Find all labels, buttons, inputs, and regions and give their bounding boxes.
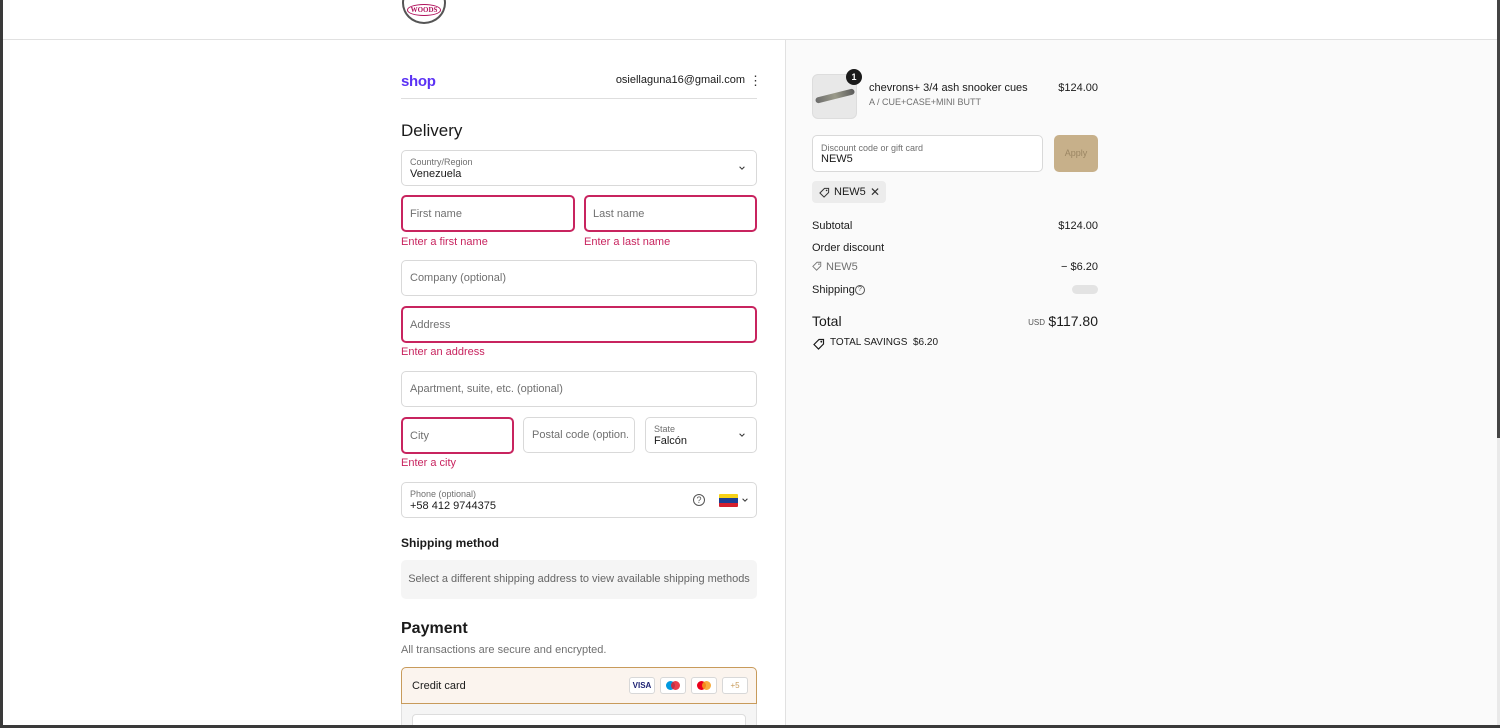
help-circle-icon[interactable]: ? bbox=[855, 285, 865, 295]
savings-tag-icon bbox=[813, 338, 825, 350]
country-label: Country/Region bbox=[410, 157, 473, 167]
phone-field[interactable]: Phone (optional) +58 412 9744375 ? bbox=[401, 482, 757, 518]
apartment-placeholder: Apartment, suite, etc. (optional) bbox=[410, 383, 563, 395]
country-select[interactable]: Country/Region Venezuela bbox=[401, 150, 757, 186]
tag-icon bbox=[812, 261, 822, 271]
help-circle-icon[interactable]: ? bbox=[693, 494, 705, 506]
applied-discount-code: NEW5 bbox=[834, 186, 866, 198]
chevron-down-icon bbox=[739, 433, 745, 437]
apartment-field[interactable]: Apartment, suite, etc. (optional) bbox=[401, 371, 757, 407]
last-name-field[interactable]: Last name bbox=[584, 195, 757, 232]
state-value: Falcón bbox=[654, 435, 688, 447]
store-logo-text: WOODS bbox=[406, 4, 442, 16]
total-savings-label: TOTAL SAVINGS bbox=[830, 337, 908, 348]
store-header: WOODS bbox=[3, 0, 1497, 40]
company-placeholder: Company (optional) bbox=[410, 272, 506, 284]
shipping-value-placeholder bbox=[1072, 285, 1098, 294]
discount-label: Discount code or gift card bbox=[821, 143, 924, 153]
mastercard-icon bbox=[691, 677, 717, 694]
shipping-method-message: Select a different shipping address to v… bbox=[401, 560, 757, 599]
product-variant: A / CUE+CASE+MINI BUTT bbox=[869, 97, 982, 107]
subtotal-value: $124.00 bbox=[1058, 220, 1098, 232]
chevron-down-icon bbox=[739, 166, 745, 170]
total-currency: USD bbox=[1028, 318, 1045, 327]
address-placeholder: Address bbox=[410, 318, 451, 331]
product-name: chevrons+ 3/4 ash snooker cues bbox=[869, 82, 1028, 94]
postal-code-placeholder: Postal code (option... bbox=[532, 429, 628, 441]
visa-icon: VISA bbox=[629, 677, 655, 694]
applied-discount-chip: NEW5 ✕ bbox=[812, 181, 886, 203]
shipping-label: Shipping bbox=[812, 284, 855, 296]
city-field[interactable]: City bbox=[401, 417, 514, 454]
address-error: Enter an address bbox=[401, 346, 485, 358]
kebab-menu-icon[interactable]: ⋮ bbox=[749, 73, 762, 89]
total-savings-value: $6.20 bbox=[913, 337, 939, 348]
discount-value: NEW5 bbox=[821, 153, 853, 165]
credit-card-label: Credit card bbox=[412, 680, 466, 692]
more-cards-badge: +5 bbox=[722, 677, 748, 694]
city-error: Enter a city bbox=[401, 457, 457, 469]
quantity-badge: 1 bbox=[846, 69, 862, 85]
first-name-error: Enter a first name bbox=[401, 236, 488, 248]
tag-icon bbox=[819, 187, 830, 198]
maestro-icon bbox=[660, 677, 686, 694]
order-discount-label: Order discount bbox=[812, 242, 885, 254]
order-discount-amount: − $6.20 bbox=[1060, 261, 1098, 273]
delivery-heading: Delivery bbox=[401, 121, 463, 140]
order-discount-code: NEW5 bbox=[826, 261, 858, 273]
subtotal-label: Subtotal bbox=[812, 220, 853, 232]
apply-button[interactable]: Apply bbox=[1054, 135, 1098, 172]
payment-subtitle: All transactions are secure and encrypte… bbox=[401, 644, 607, 656]
shop-pay-email: osiellaguna16@gmail.com bbox=[615, 74, 745, 86]
country-value: Venezuela bbox=[410, 168, 462, 180]
total-label: Total bbox=[812, 313, 842, 329]
phone-value: +58 412 9744375 bbox=[410, 500, 496, 512]
payment-heading: Payment bbox=[401, 620, 468, 637]
first-name-placeholder: First name bbox=[410, 207, 462, 220]
total-value: $117.80 bbox=[1048, 313, 1098, 329]
first-name-field[interactable]: First name bbox=[401, 195, 575, 232]
state-label: State bbox=[654, 424, 676, 434]
total-savings: TOTAL SAVINGS $6.20 bbox=[830, 337, 938, 348]
address-field[interactable]: Address bbox=[401, 306, 757, 343]
phone-label: Phone (optional) bbox=[410, 489, 477, 499]
close-icon[interactable]: ✕ bbox=[870, 185, 880, 199]
state-select[interactable]: State Falcón bbox=[645, 417, 757, 453]
shipping-method-heading: Shipping method bbox=[401, 536, 499, 550]
shop-pay-bar: shop osiellaguna16@gmail.com ⋮ bbox=[401, 73, 762, 99]
postal-code-field[interactable]: Postal code (option... bbox=[523, 417, 635, 453]
venezuela-flag-icon[interactable] bbox=[719, 494, 738, 507]
discount-code-input[interactable]: Discount code or gift card NEW5 bbox=[812, 135, 1043, 172]
company-field[interactable]: Company (optional) bbox=[401, 260, 757, 296]
last-name-error: Enter a last name bbox=[584, 236, 671, 248]
shop-pay-logo[interactable]: shop bbox=[401, 73, 436, 90]
product-price: $124.00 bbox=[1058, 82, 1098, 94]
city-placeholder: City bbox=[410, 429, 429, 442]
credit-card-option[interactable]: Credit card VISA +5 bbox=[401, 667, 757, 704]
last-name-placeholder: Last name bbox=[593, 207, 645, 220]
window-frame-left bbox=[0, 0, 3, 728]
store-logo[interactable]: WOODS bbox=[402, 0, 446, 24]
chevron-down-icon[interactable] bbox=[741, 496, 749, 504]
